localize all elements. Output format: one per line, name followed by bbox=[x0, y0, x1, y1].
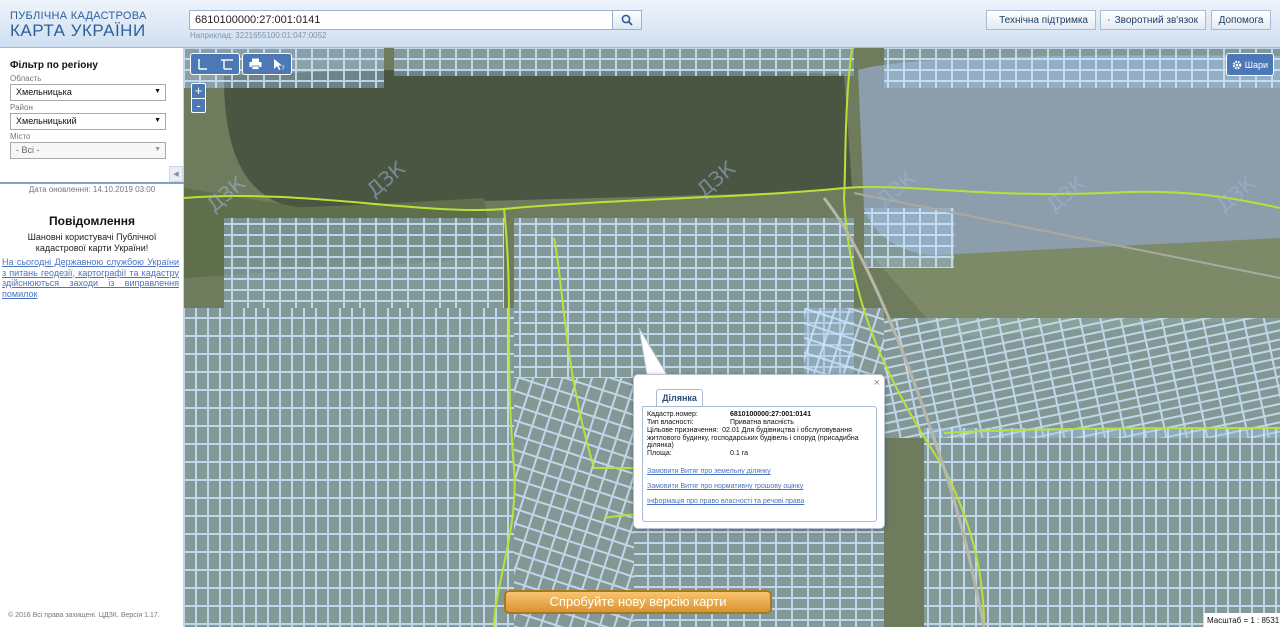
city-select[interactable]: - Всі - ▼ bbox=[10, 142, 166, 159]
chevron-left-icon: ◀ bbox=[173, 171, 179, 178]
cursor-question-icon: ? bbox=[273, 58, 284, 71]
feedback-label: Зворотний зв'язок bbox=[1114, 14, 1198, 26]
row-ownership: Тип власності: Приватна власність bbox=[647, 419, 794, 427]
svg-text:?: ? bbox=[281, 65, 284, 71]
ownership-info-link[interactable]: Інформація про право власності та речові… bbox=[647, 498, 804, 505]
collapse-sidebar-button[interactable]: ◀ bbox=[169, 166, 183, 182]
district-select[interactable]: Хмельницький ▼ bbox=[10, 113, 166, 130]
satellite-map: ДЗК ДЗК ДЗК ДЗК ДЗК ДЗК bbox=[184, 48, 1280, 627]
region-label: Область bbox=[10, 74, 42, 83]
measure-tools bbox=[190, 53, 240, 75]
search-icon bbox=[621, 14, 633, 26]
measure-line-button[interactable] bbox=[191, 54, 215, 74]
zoom-control: + - bbox=[191, 83, 206, 113]
search-input[interactable] bbox=[189, 10, 613, 30]
sidebar: Фільтр по регіону Область Хмельницька ▼ … bbox=[0, 48, 184, 627]
row-cadastral: Кадастр.номер: 6810100000:27:001:0141 bbox=[647, 411, 811, 419]
cadastral-key: Кадастр.номер: bbox=[647, 411, 698, 418]
map-view[interactable]: ДЗК ДЗК ДЗК ДЗК ДЗК ДЗК ? + - Шари × Діл… bbox=[184, 48, 1280, 627]
ownership-value: Приватна власність bbox=[730, 419, 794, 426]
try-new-version-button[interactable]: Спробуйте нову версію карти bbox=[504, 590, 772, 614]
update-date: Дата оновлення: 14.10.2019 03:00 bbox=[28, 185, 156, 194]
region-value: Хмельницька bbox=[16, 87, 72, 97]
support-label: Технічна підтримка bbox=[999, 14, 1088, 26]
close-icon[interactable]: × bbox=[874, 377, 880, 389]
help-button[interactable]: Допомога bbox=[1211, 10, 1271, 30]
search-bar: Наприклад: 3221655100:01:047:0052 bbox=[189, 10, 642, 40]
cadastral-value: 6810100000:27:001:0141 bbox=[730, 411, 811, 418]
help-label: Допомога bbox=[1218, 14, 1264, 26]
row-purpose: Цільове призначення: 02.01 Для будівницт… bbox=[647, 427, 871, 450]
area-measure-icon bbox=[221, 59, 233, 70]
print-button[interactable] bbox=[243, 54, 267, 74]
support-button[interactable]: Технічна підтримка bbox=[986, 10, 1096, 30]
envelope-icon bbox=[1108, 19, 1110, 21]
logo[interactable]: ПУБЛІЧНА КАДАСТРОВА КАРТА УКРАЇНИ bbox=[10, 10, 147, 40]
region-filter: Фільтр по регіону Область Хмельницька ▼ … bbox=[0, 48, 183, 159]
printer-icon bbox=[249, 58, 261, 70]
zoom-out-button[interactable]: - bbox=[192, 98, 205, 112]
print-tools: ? bbox=[242, 53, 292, 75]
layers-label: Шари bbox=[1244, 59, 1268, 70]
feedback-button[interactable]: Зворотний зв'язок bbox=[1100, 10, 1206, 30]
ownership-key: Тип власності: bbox=[647, 419, 694, 426]
popup-content: Кадастр.номер: 6810100000:27:001:0141 Тип… bbox=[642, 406, 877, 522]
layers-button[interactable]: Шари bbox=[1225, 53, 1274, 76]
city-label: Місто bbox=[10, 132, 31, 141]
info-cursor-button[interactable]: ? bbox=[267, 54, 291, 74]
popup-pointer bbox=[638, 328, 668, 376]
search-button[interactable] bbox=[612, 10, 642, 30]
notice-title: Повідомлення bbox=[49, 214, 135, 228]
dropdown-arrow-icon: ▼ bbox=[154, 117, 161, 124]
order-valuation-link[interactable]: Замовити Витяг про нормативну грошову оц… bbox=[647, 483, 803, 490]
tab-parcel[interactable]: Ділянка bbox=[656, 389, 703, 406]
area-key: Площа: bbox=[647, 450, 672, 457]
dropdown-arrow-icon: ▼ bbox=[154, 88, 161, 95]
region-select[interactable]: Хмельницька ▼ bbox=[10, 84, 166, 101]
copyright: © 2016 Всі права захищені. ЦДЗК. Версія … bbox=[8, 612, 160, 619]
district-label: Район bbox=[10, 103, 33, 112]
app: ПУБЛІЧНА КАДАСТРОВА КАРТА УКРАЇНИ Наприк… bbox=[0, 0, 1280, 627]
filter-title: Фільтр по регіону bbox=[10, 60, 98, 71]
gear-icon bbox=[1232, 60, 1242, 69]
order-land-link[interactable]: Замовити Витяг про земельну ділянку bbox=[647, 468, 771, 475]
scale-readout: Масштаб = 1 : 8531 bbox=[1204, 613, 1280, 627]
divider bbox=[0, 182, 184, 184]
zoom-in-button[interactable]: + bbox=[192, 84, 205, 98]
purpose-key: Цільове призначення: bbox=[647, 427, 719, 434]
logo-line2: КАРТА УКРАЇНИ bbox=[10, 21, 146, 40]
ruler-icon bbox=[198, 59, 207, 70]
header: ПУБЛІЧНА КАДАСТРОВА КАРТА УКРАЇНИ Наприк… bbox=[0, 0, 1280, 48]
district-value: Хмельницький bbox=[16, 116, 77, 126]
dropdown-arrow-icon: ▼ bbox=[154, 146, 161, 153]
city-value: - Всі - bbox=[16, 145, 40, 155]
notice-text: Шановні користувачі Публічної кадастрово… bbox=[27, 232, 157, 253]
notice-link[interactable]: На сьогодні Державною службою України з … bbox=[2, 257, 179, 299]
area-value: 0.1 га bbox=[730, 450, 748, 457]
row-area: Площа: 0.1 га bbox=[647, 450, 748, 458]
search-hint: Наприклад: 3221655100:01:047:0052 bbox=[190, 31, 327, 40]
measure-area-button[interactable] bbox=[215, 54, 239, 74]
parcel-popup: × Ділянка Кадастр.номер: 6810100000:27:00… bbox=[633, 374, 885, 529]
